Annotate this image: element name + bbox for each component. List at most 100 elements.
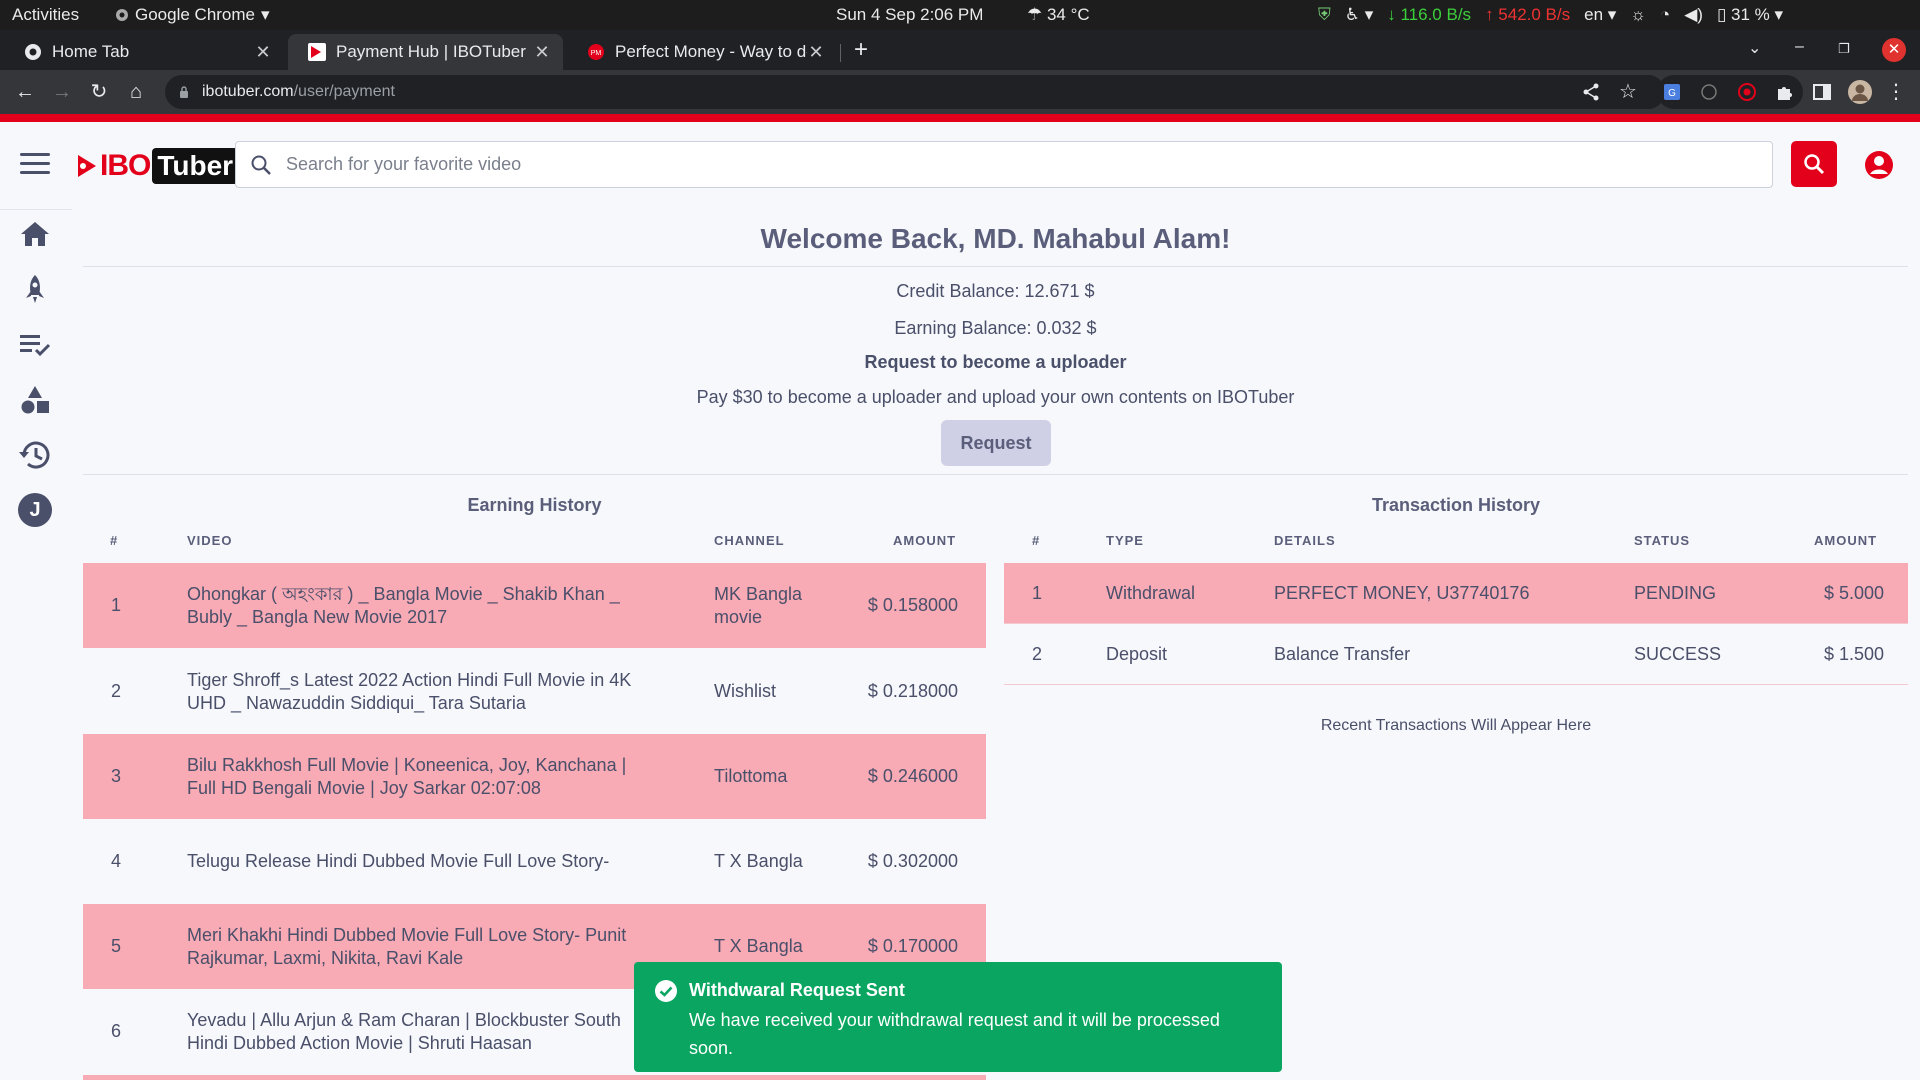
- wifi-icon: ◔: [1659, 5, 1671, 24]
- channel-name[interactable]: T X Bangla: [714, 819, 824, 904]
- app-menu[interactable]: Google Chrome ▾: [115, 5, 270, 25]
- transaction-details: PERFECT MONEY, U37740176: [1274, 583, 1530, 603]
- table-row: 4 Telugu Release Hindi Dubbed Movie Full…: [83, 819, 986, 904]
- row-number: 1: [111, 595, 122, 615]
- tab-home[interactable]: Home Tab ✕: [4, 34, 284, 70]
- record-extension-icon[interactable]: [1736, 81, 1758, 103]
- column-header: DETAILS: [1274, 533, 1336, 548]
- tab-payment-hub[interactable]: Payment Hub | IBOTuber ✕: [288, 34, 563, 70]
- logo-play-icon: [78, 155, 96, 177]
- table-row: [83, 1075, 986, 1080]
- table-row: 1 Ohongkar ( অহংকার ) _ Bangla Movie _ S…: [83, 563, 986, 648]
- tab-title: Home Tab: [52, 42, 130, 61]
- column-header: #: [110, 533, 119, 548]
- success-toast[interactable]: Withdwaral Request Sent We have received…: [634, 962, 1282, 1072]
- sidebar-item-profile[interactable]: J: [17, 492, 53, 528]
- sidebar-item-history[interactable]: [17, 437, 53, 473]
- tab-search-button[interactable]: ⌄: [1748, 38, 1761, 58]
- page-loading-bar: [0, 114, 1920, 122]
- sidebar-item-playlist[interactable]: [17, 326, 53, 362]
- sidebar-item-trending[interactable]: [17, 271, 53, 307]
- url-host: ibotuber.com: [202, 83, 294, 100]
- video-title[interactable]: Ohongkar ( অহংকার ) _ Bangla Movie _ Sha…: [187, 563, 657, 648]
- translate-extension-icon[interactable]: G: [1662, 81, 1684, 103]
- tab-title: Payment Hub | IBOTuber: [336, 42, 526, 61]
- column-header: TYPE: [1106, 533, 1144, 548]
- row-number: 4: [111, 851, 122, 871]
- side-panel-icon[interactable]: [1811, 81, 1833, 103]
- sidebar-item-categories[interactable]: [17, 382, 53, 418]
- video-title[interactable]: Tiger Shroff_s Latest 2022 Action Hindi …: [187, 649, 657, 734]
- puzzle-extensions-icon[interactable]: [1773, 81, 1795, 103]
- account-icon[interactable]: [1864, 150, 1894, 180]
- menu-icon[interactable]: [20, 153, 50, 175]
- row-number: 2: [111, 681, 122, 701]
- home-button[interactable]: ⌂: [123, 79, 149, 105]
- site-header: IBO Tuber: [0, 122, 1920, 209]
- request-button[interactable]: Request: [941, 420, 1051, 466]
- table-row: 2 Deposit Balance Transfer SUCCESS $ 1.5…: [1004, 624, 1908, 685]
- svg-text:PM: PM: [591, 50, 602, 57]
- search-input[interactable]: [286, 154, 1686, 175]
- channel-name[interactable]: Tilottoma: [714, 734, 824, 819]
- window-close-button[interactable]: ✕: [1882, 38, 1906, 62]
- system-top-bar: Activities Google Chrome ▾ Sun 4 Sep 2:0…: [0, 0, 1920, 30]
- channel-name[interactable]: MK Bangla movie: [714, 563, 824, 648]
- tab-perfect-money[interactable]: PM Perfect Money - Way to do ✕: [567, 34, 837, 70]
- divider: [83, 266, 1908, 267]
- close-icon[interactable]: ✕: [254, 42, 272, 63]
- extension-icon[interactable]: [1698, 81, 1720, 103]
- rocket-icon: [26, 275, 44, 303]
- channel-name[interactable]: Wishlist: [714, 649, 824, 734]
- amount: $ 5.000: [1823, 583, 1884, 603]
- system-tray[interactable]: ⛨ ♿ ▾ ↓ 116.0 B/s ↑ 542.0 B/s en ▾ ☼ ◔ ◀…: [1318, 5, 1783, 25]
- row-number: 2: [1032, 644, 1043, 664]
- video-title[interactable]: Telugu Release Hindi Dubbed Movie Full L…: [187, 819, 657, 904]
- back-button[interactable]: ←: [12, 79, 38, 105]
- close-icon[interactable]: ✕: [807, 42, 825, 63]
- logo-tuber: Tuber: [152, 148, 239, 184]
- volume-icon: ◀): [1684, 5, 1703, 24]
- net-download-speed: ↓ 116.0 B/s: [1387, 5, 1472, 24]
- bookmark-star-icon[interactable]: ☆: [1615, 79, 1641, 105]
- video-title[interactable]: Meri Khakhi Hindi Dubbed Movie Full Love…: [187, 904, 657, 989]
- column-header: AMOUNT: [1814, 533, 1878, 548]
- row-number: 1: [1032, 583, 1043, 603]
- weather[interactable]: ☂ 34 °C: [1027, 5, 1090, 25]
- home-icon: [21, 222, 49, 246]
- video-title[interactable]: Yevadu | Allu Arjun & Ram Charan | Block…: [187, 989, 657, 1074]
- sidebar-item-home[interactable]: [17, 216, 53, 252]
- search-button[interactable]: [1791, 141, 1837, 187]
- divider: [83, 474, 1908, 475]
- close-icon[interactable]: ✕: [533, 42, 551, 63]
- profile-avatar[interactable]: [1847, 79, 1873, 105]
- share-icon[interactable]: [1580, 81, 1602, 103]
- minimize-button[interactable]: –: [1795, 38, 1804, 56]
- logo-ibo: IBO: [100, 149, 151, 182]
- amount: $ 0.246000: [867, 766, 958, 786]
- chrome-icon: [116, 9, 128, 21]
- activities-button[interactable]: Activities: [12, 5, 79, 25]
- address-bar[interactable]: ibotuber.com/user/payment: [165, 75, 1665, 109]
- row-number: 5: [111, 936, 122, 956]
- site-logo[interactable]: IBO Tuber: [76, 148, 239, 184]
- ibotuber-favicon: [308, 43, 326, 61]
- amount: $ 1.500: [1823, 644, 1884, 664]
- chrome-icon: [25, 44, 41, 60]
- video-title[interactable]: Bilu Rakkhosh Full Movie | Koneenica, Jo…: [187, 734, 657, 819]
- reload-button[interactable]: ↻: [86, 79, 112, 105]
- new-tab-button[interactable]: +: [854, 36, 868, 64]
- app-name: Google Chrome: [135, 5, 256, 24]
- toast-message: We have received your withdrawal request…: [689, 1010, 1220, 1058]
- tab-title: Perfect Money - Way to do: [615, 42, 807, 61]
- toast-title: Withdwaral Request Sent: [689, 980, 905, 1000]
- restore-button[interactable]: ❐: [1838, 41, 1850, 57]
- clock[interactable]: Sun 4 Sep 2:06 PM: [836, 5, 983, 25]
- search-icon: [1804, 154, 1825, 175]
- forward-button[interactable]: →: [49, 79, 75, 105]
- check-circle-icon: [655, 980, 677, 1002]
- column-header: CHANNEL: [714, 533, 785, 548]
- chrome-menu-icon[interactable]: ⋮: [1883, 79, 1909, 105]
- svg-text:G: G: [1668, 88, 1676, 99]
- amount: $ 0.158000: [867, 595, 958, 615]
